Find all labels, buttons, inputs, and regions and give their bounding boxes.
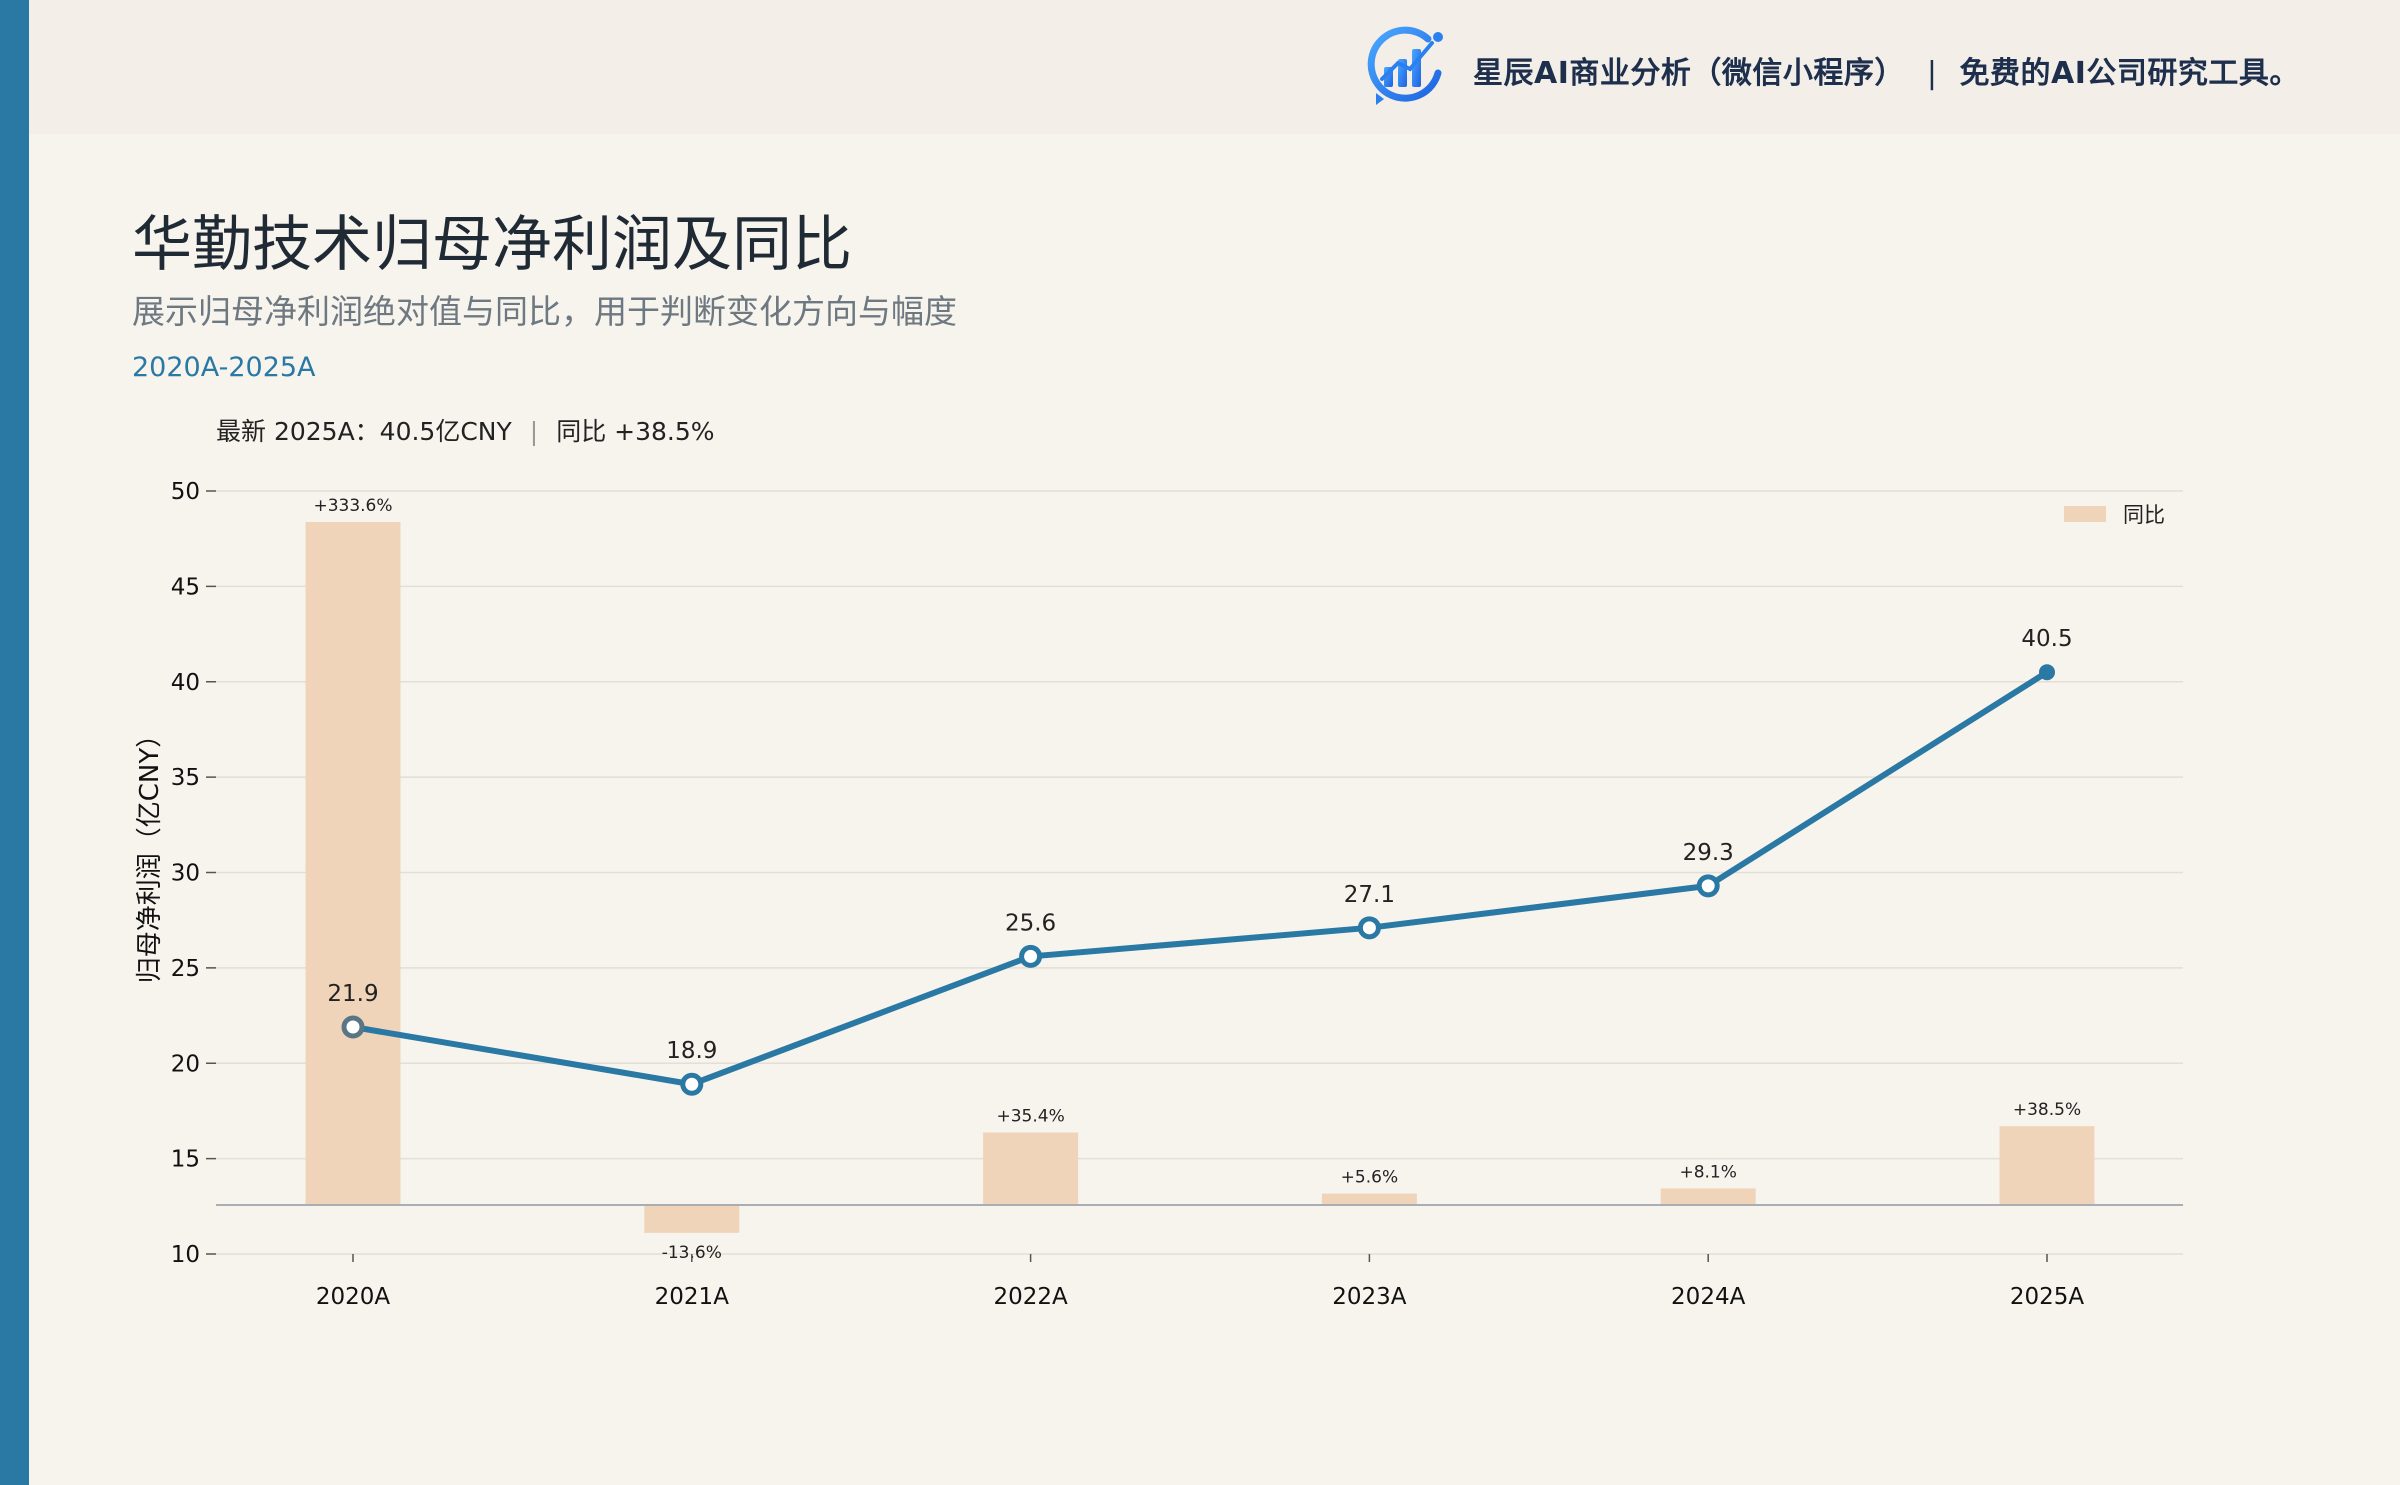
profit-value-label: 18.9 <box>666 1038 717 1064</box>
y-tick-label: 15 <box>171 1147 200 1173</box>
yoy-bar-label: +333.6% <box>313 496 392 516</box>
x-tick-label: 2023A <box>1332 1284 1407 1310</box>
yoy-bar-label: +35.4% <box>996 1107 1064 1127</box>
yoy-bar <box>644 1205 740 1233</box>
profit-value-label: 29.3 <box>1683 840 1734 866</box>
x-tick-label: 2020A <box>316 1284 391 1310</box>
y-tick-label: 40 <box>171 670 200 696</box>
profit-point <box>1019 944 1043 968</box>
x-tick-label: 2025A <box>2010 1284 2085 1310</box>
profit-point <box>341 1015 365 1039</box>
legend-swatch <box>2064 506 2106 522</box>
y-tick-label: 20 <box>171 1051 200 1077</box>
yoy-bar-label: +5.6% <box>1341 1168 1398 1188</box>
profit-value-label: 21.9 <box>327 981 378 1007</box>
yoy-bar <box>1999 1126 2095 1205</box>
profit-chart: 101520253035404550归母净利润（亿CNY）+333.6%-13.… <box>135 479 2183 1310</box>
profit-value-label: 27.1 <box>1344 882 1395 908</box>
profit-point <box>1357 916 1381 940</box>
x-tick-label: 2022A <box>993 1284 1068 1310</box>
yoy-bar <box>983 1132 1079 1205</box>
profit-point <box>2039 664 2055 681</box>
y-tick-label: 35 <box>171 765 200 791</box>
profit-value-label: 40.5 <box>2021 626 2072 652</box>
profit-value-label: 25.6 <box>1005 910 1056 936</box>
y-tick-label: 25 <box>171 956 200 982</box>
yoy-bar <box>1321 1193 1417 1205</box>
x-tick-label: 2024A <box>1671 1284 1746 1310</box>
y-tick-label: 10 <box>171 1242 200 1268</box>
yoy-bar <box>305 522 401 1205</box>
legend-label: 同比 <box>2123 503 2165 527</box>
yoy-bar-label: +8.1% <box>1679 1162 1736 1182</box>
yoy-bar-label: +38.5% <box>2013 1100 2081 1120</box>
y-tick-label: 50 <box>171 479 200 505</box>
y-tick-label: 45 <box>171 574 200 600</box>
y-tick-label: 30 <box>171 861 200 887</box>
y-axis-title: 归母净利润（亿CNY） <box>135 722 165 984</box>
profit-line <box>350 669 2050 1088</box>
x-tick-label: 2021A <box>655 1284 730 1310</box>
profit-point <box>680 1072 704 1096</box>
profit-point <box>1696 874 1720 898</box>
yoy-bar <box>1660 1188 1756 1205</box>
